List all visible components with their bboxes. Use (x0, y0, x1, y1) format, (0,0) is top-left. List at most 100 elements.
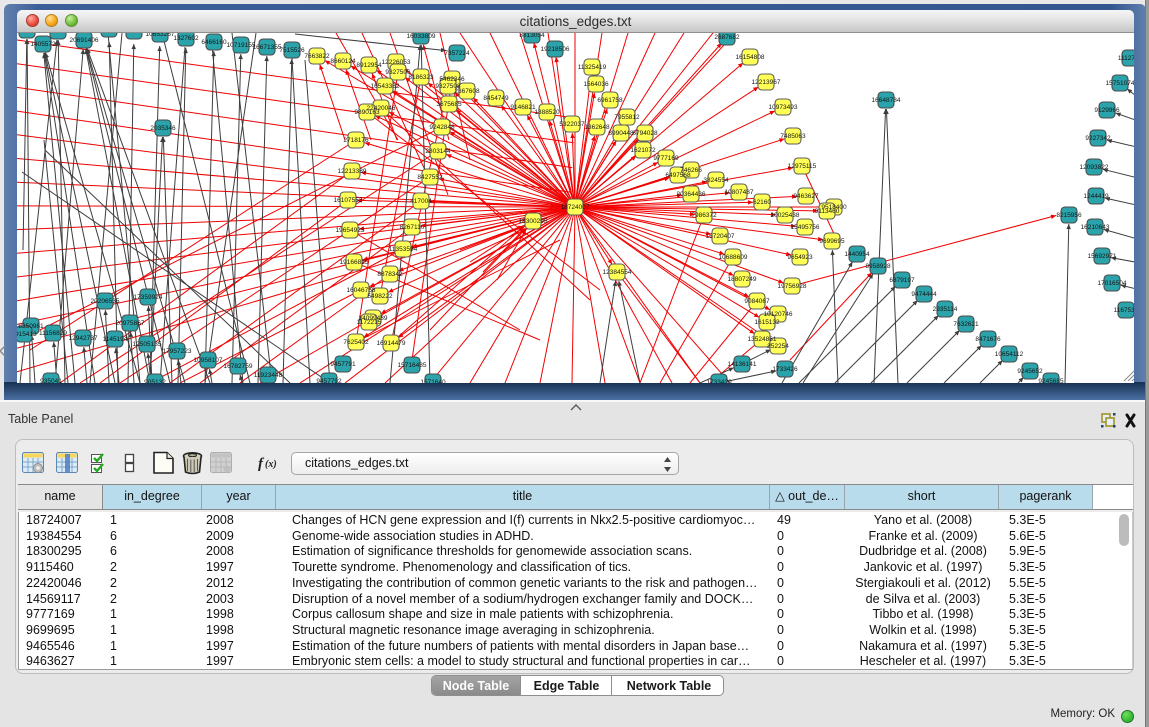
svg-text:2687682: 2687682 (714, 34, 740, 41)
svg-text:1621072: 1621072 (630, 147, 656, 154)
svg-text:8471676: 8471676 (975, 336, 1001, 343)
svg-text:8990448: 8990448 (608, 130, 634, 137)
svg-text:16671355: 16671355 (253, 44, 282, 51)
svg-text:2803144: 2803144 (425, 148, 451, 155)
svg-text:15716485: 15716485 (398, 362, 427, 369)
svg-text:11923448: 11923448 (254, 372, 283, 379)
svg-text:7632621: 7632621 (953, 321, 979, 328)
svg-text:1388520: 1388520 (534, 109, 560, 116)
svg-text:7986372: 7986372 (691, 212, 717, 219)
svg-text:2367608: 2367608 (454, 88, 480, 95)
svg-text:9242848: 9242848 (429, 124, 455, 131)
svg-text:1571640: 1571640 (420, 379, 446, 383)
svg-text:1167533: 1167533 (1114, 307, 1134, 314)
svg-text:1733420: 1733420 (706, 379, 732, 383)
svg-text:1440954: 1440954 (844, 251, 870, 258)
svg-text:10654112: 10654112 (995, 351, 1024, 358)
svg-text:16648784: 16648784 (872, 97, 901, 104)
svg-text:3675685: 3675685 (436, 101, 462, 108)
svg-text:20206535: 20206535 (91, 298, 120, 305)
svg-text:16154808: 16154808 (736, 54, 765, 61)
svg-text:8350961: 8350961 (18, 323, 44, 330)
svg-text:10025438: 10025438 (771, 212, 800, 219)
svg-text:20975867: 20975867 (116, 320, 145, 327)
svg-text:2935114: 2935114 (933, 306, 958, 313)
svg-text:9245652: 9245652 (1017, 368, 1043, 375)
svg-text:1615132: 1615132 (754, 319, 780, 326)
svg-text:1564036: 1564036 (583, 81, 609, 88)
svg-text:16033809: 16033809 (407, 33, 436, 40)
svg-text:8813054: 8813054 (519, 33, 545, 39)
svg-text:9084067: 9084067 (744, 298, 770, 305)
svg-text:12213967: 12213967 (752, 79, 781, 86)
svg-text:3915413: 3915413 (17, 331, 37, 338)
svg-text:11325419: 11325419 (578, 64, 607, 71)
svg-text:8878342: 8878342 (377, 271, 403, 278)
svg-text:10958107: 10958107 (194, 357, 223, 364)
svg-text:9890163: 9890163 (354, 109, 380, 116)
svg-text:17359924: 17359924 (134, 294, 163, 301)
svg-text:7357224: 7357224 (444, 50, 470, 57)
svg-text:12505135: 12505135 (133, 341, 162, 348)
svg-text:15720407: 15720407 (706, 233, 735, 240)
svg-text:7955812: 7955812 (614, 114, 640, 121)
svg-text:f: f (258, 456, 265, 472)
svg-text:10688609: 10688609 (719, 254, 748, 261)
svg-text:8454749: 8454749 (483, 95, 509, 102)
svg-text:11353594: 11353594 (389, 246, 418, 253)
svg-text:10653267: 10653267 (146, 33, 175, 38)
svg-text:17957223: 17957223 (163, 348, 192, 355)
svg-text:1733426: 1733426 (772, 366, 798, 373)
svg-text:5462346: 5462346 (439, 76, 465, 83)
svg-text:3824554: 3824554 (703, 177, 729, 184)
svg-text:10973493: 10973493 (769, 104, 798, 111)
svg-text:9227342: 9227342 (1085, 135, 1111, 142)
svg-text:12942737: 12942737 (69, 335, 98, 342)
svg-text:12226053: 12226053 (382, 59, 411, 66)
svg-text:9699695: 9699695 (819, 238, 845, 245)
svg-text:9654923: 9654923 (787, 254, 813, 261)
svg-text:7663822: 7663822 (304, 53, 330, 60)
svg-text:1405572: 1405572 (30, 41, 56, 48)
svg-text:15751074: 15751074 (1106, 80, 1134, 87)
svg-text:8660124: 8660124 (330, 58, 356, 65)
svg-text:1362648: 1362648 (584, 124, 610, 131)
svg-text:9457792: 9457792 (316, 378, 342, 383)
svg-text:9777169: 9777169 (653, 155, 679, 162)
svg-text:8267110: 8267110 (400, 224, 425, 231)
svg-text:1065532: 1065532 (121, 33, 147, 35)
svg-text:18724007: 18724007 (561, 204, 590, 211)
svg-text:905132: 905132 (144, 379, 166, 383)
svg-text:18807249: 18807249 (728, 276, 757, 283)
svg-text:7625402: 7625402 (343, 339, 369, 346)
svg-text:5322037: 5322037 (559, 121, 585, 128)
svg-text:252254: 252254 (767, 343, 789, 350)
svg-text:12384554: 12384554 (603, 269, 632, 276)
svg-text:9457791: 9457791 (330, 361, 356, 368)
svg-text:19218506: 19218506 (541, 46, 570, 53)
svg-text:1244419: 1244419 (1083, 193, 1109, 200)
svg-text:8912954: 8912954 (356, 62, 382, 69)
svg-text:8427552: 8427552 (417, 174, 443, 181)
svg-text:6961758: 6961758 (597, 97, 623, 104)
svg-text:62160: 62160 (753, 199, 771, 206)
svg-text:9474444: 9474444 (911, 291, 937, 298)
svg-text:1327602: 1327602 (173, 35, 199, 42)
svg-text:16107553: 16107553 (334, 197, 363, 204)
svg-text:19654923: 19654923 (336, 227, 365, 234)
svg-text:20691406: 20691406 (70, 37, 99, 44)
svg-text:6794028: 6794028 (632, 130, 658, 137)
svg-text:11156829: 11156829 (39, 330, 67, 337)
svg-text:16782759: 16782759 (224, 363, 253, 370)
svg-text:6879197: 6879197 (889, 277, 915, 284)
svg-text:8186323: 8186323 (408, 74, 434, 81)
svg-text:9327506: 9327506 (385, 69, 411, 76)
svg-text:8958928: 8958928 (865, 263, 891, 270)
svg-text:10719155: 10719155 (227, 42, 256, 49)
svg-text:8215956: 8215956 (1056, 212, 1082, 219)
svg-text:7515526: 7515526 (279, 47, 305, 54)
svg-text:1905572: 1905572 (17, 33, 40, 34)
svg-text:10807487: 10807487 (725, 189, 754, 196)
svg-text:2089140: 2089140 (45, 33, 71, 35)
svg-text:13524861: 13524861 (748, 336, 777, 343)
